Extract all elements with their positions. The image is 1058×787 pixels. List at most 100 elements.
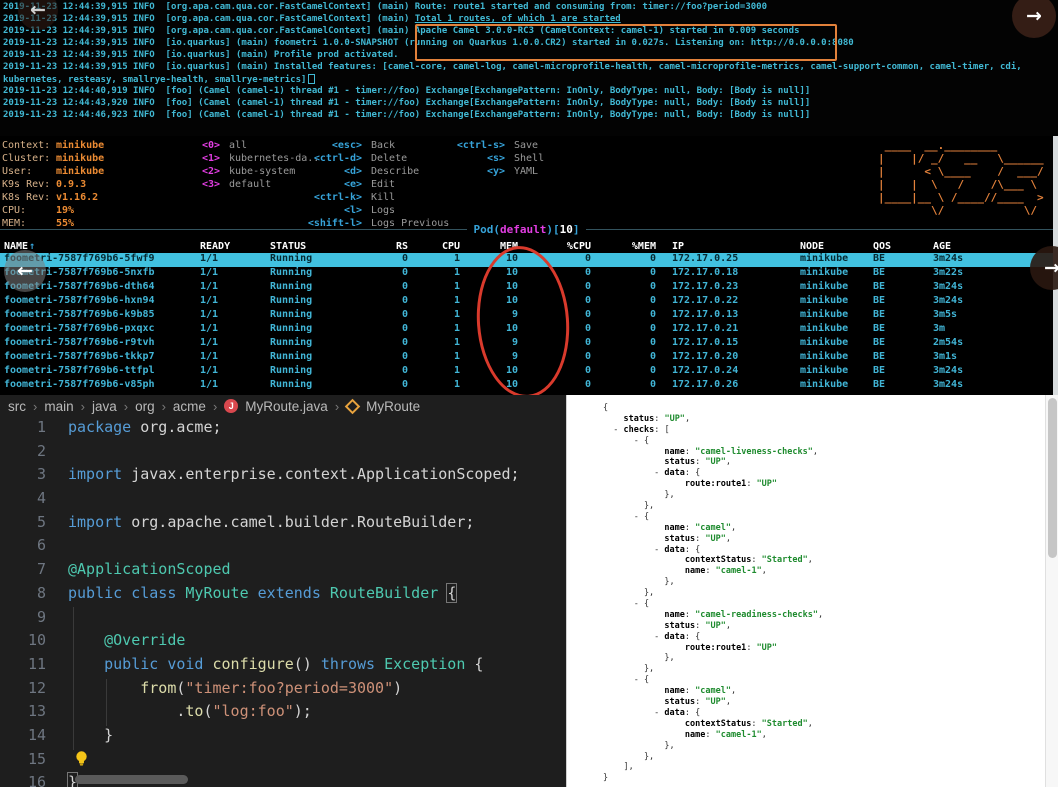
pod-row[interactable]: foometri-7587f769b6-5fwf91/1Running01100…: [0, 253, 1053, 267]
column-header[interactable]: MEM: [462, 240, 520, 253]
code-line[interactable]: 1package org.acme;: [0, 418, 566, 442]
menu-item[interactable]: <esc>Back: [288, 139, 449, 152]
code-line[interactable]: 14 }: [0, 726, 566, 750]
column-header[interactable]: RS: [386, 240, 410, 253]
code-line[interactable]: 3import javax.enterprise.context.Applica…: [0, 465, 566, 489]
pod-row[interactable]: foometri-7587f769b6-pxqxc1/1Running01100…: [0, 323, 1053, 337]
json-line: name: "camel-1",: [603, 730, 823, 741]
breadcrumb-item[interactable]: MyRoute.java: [245, 399, 328, 414]
code-line[interactable]: 5import org.apache.camel.builder.RouteBu…: [0, 513, 566, 537]
pod-row[interactable]: foometri-7587f769b6-tkkp71/1Running01900…: [0, 351, 1053, 365]
json-line: name: "camel",: [603, 523, 823, 534]
code-line[interactable]: 6: [0, 536, 566, 560]
json-line: status: "UP",: [603, 457, 823, 468]
breadcrumb-item[interactable]: acme: [173, 399, 206, 414]
chevron-right-icon: ›: [213, 399, 217, 414]
terminal-log: 2019-11-23 12:44:39,915 INFO [org.apa.ca…: [0, 0, 1058, 138]
log-line: 2019-11-23 12:44:39,915 INFO [io.quarkus…: [0, 50, 1058, 62]
pod-row[interactable]: foometri-7587f769b6-r9tvh1/1Running01900…: [0, 337, 1053, 351]
pod-row[interactable]: foometri-7587f769b6-k9b851/1Running01900…: [0, 309, 1053, 323]
json-line: contextStatus: "Started",: [603, 719, 823, 730]
menu-item[interactable]: <ctrl-s>Save: [445, 139, 544, 152]
code-line[interactable]: 12 from("timer:foo?period=3000"): [0, 679, 566, 703]
column-header[interactable]: AGE: [921, 240, 1053, 253]
log-line: 2019-11-23 12:44:39,915 INFO [org.apa.ca…: [0, 2, 1058, 14]
code-line[interactable]: 2: [0, 442, 566, 466]
chevron-right-icon: ›: [162, 399, 166, 414]
json-line: status: "UP",: [603, 621, 823, 632]
column-header[interactable]: %MEM: [593, 240, 658, 253]
column-header[interactable]: QOS: [861, 240, 921, 253]
column-header[interactable]: CPU: [410, 240, 462, 253]
code-line[interactable]: 9: [0, 608, 566, 632]
json-line: contextStatus: "Started",: [603, 555, 823, 566]
menu-item[interactable]: <l>Logs: [288, 204, 449, 217]
code-line[interactable]: 10 @Override: [0, 631, 566, 655]
menu-item[interactable]: <ctrl-d>Delete: [288, 152, 449, 165]
scrollbar-thumb[interactable]: [1048, 398, 1057, 558]
pod-panel-title: Pod(default)[10]: [0, 223, 1053, 236]
breadcrumb-item[interactable]: java: [92, 399, 117, 414]
column-header[interactable]: NODE: [788, 240, 861, 253]
pod-row[interactable]: foometri-7587f769b6-ttfpl1/1Running01100…: [0, 365, 1053, 379]
cluster-info-row: CPU:19%: [2, 204, 104, 217]
json-line: - {: [603, 675, 823, 686]
code-line[interactable]: 13 .to("log:foo");: [0, 702, 566, 726]
class-symbol-icon: [345, 398, 361, 414]
cluster-info-row: K9s Rev:0.9.3: [2, 178, 104, 191]
java-file-icon: J: [224, 399, 238, 413]
json-line: name: "camel-liveness-checks",: [603, 447, 823, 458]
json-line: - {: [603, 512, 823, 523]
pod-row[interactable]: foometri-7587f769b6-v85ph1/1Running01100…: [0, 379, 1053, 393]
menu-item[interactable]: <y>YAML: [445, 165, 544, 178]
log-line: 2019-11-23 12:44:39,915 INFO [io.quarkus…: [0, 38, 1058, 50]
vertical-scrollbar[interactable]: [1045, 395, 1058, 787]
k9s-panel: Context:minikubeCluster:minikubeUser:min…: [0, 136, 1058, 395]
cluster-info-row: Context:minikube: [2, 139, 104, 152]
cluster-info-row: User:minikube: [2, 165, 104, 178]
breadcrumb: src›main›java›org›acme›JMyRoute.java›MyR…: [8, 395, 420, 417]
json-lines: { status: "UP", - checks: [ - { name: "c…: [603, 403, 823, 784]
k9s-shortcut-menu-2: <ctrl-s>Save<s>Shell<y>YAML: [445, 139, 544, 178]
code-lines: 1package org.acme;23import javax.enterpr…: [0, 418, 566, 787]
log-line: 2019-11-23 12:44:43,920 INFO [foo] (Came…: [0, 98, 1058, 110]
code-line[interactable]: 7@ApplicationScoped: [0, 560, 566, 584]
menu-item[interactable]: <e>Edit: [288, 178, 449, 191]
column-header[interactable]: IP: [658, 240, 788, 253]
json-line: name: "camel-1",: [603, 566, 823, 577]
prev-arrow-icon[interactable]: ←: [4, 250, 46, 292]
log-line: 2019-11-23 12:44:40,919 INFO [foo] (Came…: [0, 86, 1058, 98]
json-line: - {: [603, 436, 823, 447]
breadcrumb-item[interactable]: src: [8, 399, 26, 414]
json-line: {: [603, 403, 823, 414]
breadcrumb-item[interactable]: org: [135, 399, 155, 414]
menu-item[interactable]: <s>Shell: [445, 152, 544, 165]
screenshot-stage: 2019-11-23 12:44:39,915 INFO [org.apa.ca…: [0, 0, 1058, 787]
breadcrumb-item[interactable]: MyRoute: [366, 399, 420, 414]
pod-row[interactable]: foometri-7587f769b6-hxn941/1Running01100…: [0, 295, 1053, 309]
pod-row[interactable]: foometri-7587f769b6-dth641/1Running01100…: [0, 281, 1053, 295]
code-line[interactable]: 11 public void configure() throws Except…: [0, 655, 566, 679]
json-line: },: [603, 741, 823, 752]
chevron-right-icon: ›: [124, 399, 128, 414]
k9s-cluster-info: Context:minikubeCluster:minikubeUser:min…: [2, 139, 104, 230]
column-header[interactable]: READY: [196, 240, 266, 253]
menu-item[interactable]: <d>Describe: [288, 165, 449, 178]
breadcrumb-item[interactable]: main: [44, 399, 73, 414]
log-line: 2019-11-23 12:44:39,915 INFO [io.quarkus…: [0, 62, 1058, 74]
json-line: route:route1: "UP": [603, 643, 823, 654]
json-line: - data: {: [603, 545, 823, 556]
pod-row[interactable]: foometri-7587f769b6-5nxfb1/1Running01100…: [0, 267, 1053, 281]
column-header[interactable]: %CPU: [520, 240, 593, 253]
json-line: ],: [603, 762, 823, 773]
code-editor[interactable]: src›main›java›org›acme›JMyRoute.java›MyR…: [0, 395, 566, 787]
menu-item[interactable]: <ctrl-k>Kill: [288, 191, 449, 204]
lightbulb-icon[interactable]: [74, 750, 89, 767]
code-line[interactable]: 4: [0, 489, 566, 513]
code-line[interactable]: 8public class MyRoute extends RouteBuild…: [0, 584, 566, 608]
chevron-right-icon: ›: [33, 399, 37, 414]
json-line: },: [603, 490, 823, 501]
column-header[interactable]: STATUS: [266, 240, 386, 253]
horizontal-scrollbar[interactable]: [75, 775, 188, 784]
pod-title-text: Pod(default)[10]: [467, 223, 587, 236]
